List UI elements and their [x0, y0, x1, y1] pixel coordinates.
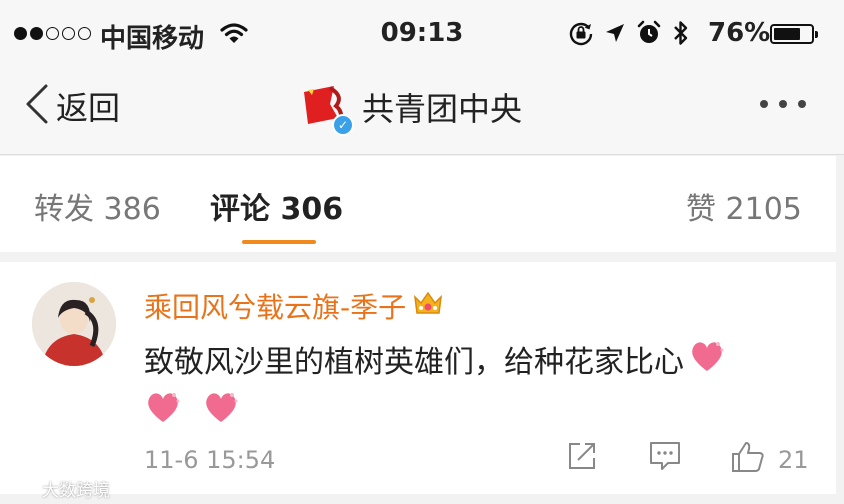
- tab-likes-count: 2105: [725, 192, 802, 227]
- commenter-username[interactable]: 乘回风兮载云旗-季子: [144, 286, 444, 326]
- comment-timestamp: 11-6 15:54: [144, 446, 276, 474]
- status-icons: [568, 19, 690, 51]
- alarm-icon: [636, 20, 662, 50]
- location-icon: [604, 22, 626, 48]
- account-avatar[interactable]: ✓: [300, 82, 354, 136]
- share-icon: [566, 443, 598, 476]
- active-tab-indicator: [242, 240, 316, 244]
- tab-reposts[interactable]: 转发 386: [34, 184, 161, 228]
- comment-item: 乘回风兮载云旗-季子 致敬风沙里的植树英雄们，给种花家比心 11-6 15:54: [0, 262, 836, 494]
- chevron-left-icon: [24, 82, 50, 130]
- heart-emoji-icon: [688, 338, 726, 389]
- crown-badge-icon: [412, 289, 444, 324]
- back-label: 返回: [56, 89, 121, 127]
- verified-badge-icon: ✓: [332, 114, 354, 136]
- rotation-lock-icon: [568, 20, 594, 50]
- share-button[interactable]: [566, 440, 598, 476]
- tab-likes[interactable]: 赞 2105: [686, 184, 802, 228]
- battery-percent: 76%: [708, 18, 771, 48]
- comment-body: 致敬风沙里的植树英雄们，给种花家比心: [144, 345, 684, 380]
- tab-bar: 转发 386 评论 306 赞 2105: [0, 156, 836, 252]
- comment-text: 致敬风沙里的植树英雄们，给种花家比心: [144, 338, 804, 440]
- commenter-avatar[interactable]: [32, 282, 116, 366]
- bluetooth-icon: [672, 19, 690, 51]
- like-button[interactable]: [730, 440, 766, 478]
- watermark-text: 大数跨境: [42, 481, 110, 501]
- battery-fill: [774, 28, 801, 40]
- watermark-logo-icon: [8, 477, 38, 500]
- account-name: 共青团中央: [362, 90, 523, 128]
- navigation-bar: 返回 ✓ 共青团中央: [0, 70, 844, 155]
- battery-icon: [770, 24, 818, 44]
- tab-comments-label: 评论: [210, 192, 270, 227]
- like-count: 21: [778, 446, 809, 474]
- thumbs-up-icon: [730, 442, 766, 478]
- tab-likes-label: 赞: [686, 192, 716, 227]
- tab-comments-count: 306: [280, 192, 344, 227]
- watermark: 大数跨境: [8, 476, 110, 501]
- page-title: ✓ 共青团中央: [300, 82, 523, 136]
- more-options-icon[interactable]: [760, 100, 806, 108]
- status-bar: 中国移动 09:13 76%: [0, 0, 844, 70]
- username-text: 乘回风兮载云旗-季子: [144, 291, 407, 324]
- back-button[interactable]: 返回: [24, 82, 120, 130]
- heart-emoji-icon: [202, 389, 240, 440]
- tab-reposts-count: 386: [103, 192, 161, 227]
- tab-reposts-label: 转发: [34, 192, 94, 227]
- comment-icon: [648, 442, 682, 476]
- reply-button[interactable]: [648, 440, 682, 476]
- heart-emoji-icon: [144, 389, 182, 440]
- tab-comments[interactable]: 评论 306: [210, 184, 343, 228]
